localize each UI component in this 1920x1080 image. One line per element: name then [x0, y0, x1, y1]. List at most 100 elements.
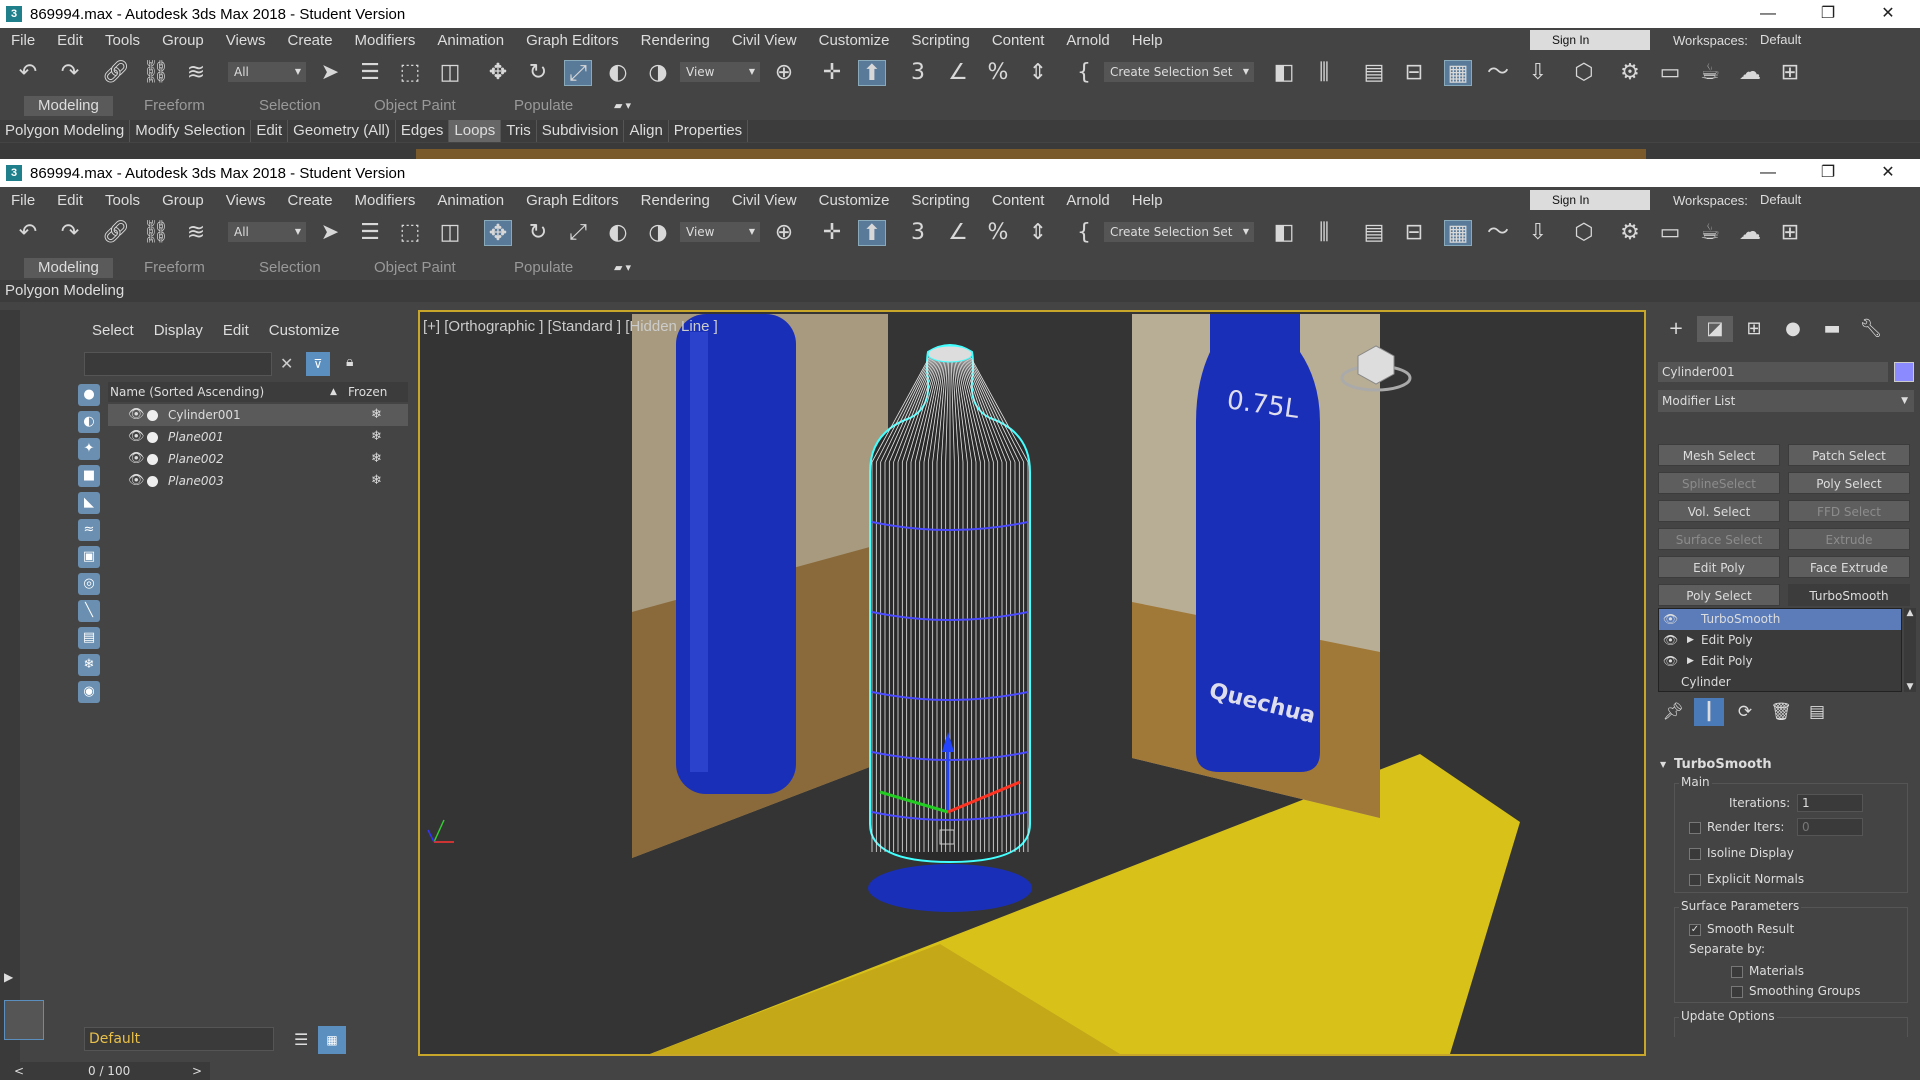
- stack-item-turbosmooth[interactable]: 👁︎ TurboSmooth: [1659, 609, 1901, 630]
- select-by-name-icon[interactable]: ☰: [356, 60, 384, 86]
- restore-button[interactable]: ❐: [1800, 0, 1856, 28]
- restore-button[interactable]: ❐: [1800, 159, 1856, 187]
- object-name-field[interactable]: Cylinder001: [1658, 362, 1888, 382]
- ribbon-toggle-icon[interactable]: ▦: [1444, 60, 1472, 86]
- modifier-button-face-extrude[interactable]: Face Extrude: [1788, 556, 1910, 578]
- ribbon-tab-modeling[interactable]: Modeling: [24, 96, 113, 116]
- modifier-button-patch-select[interactable]: Patch Select: [1788, 444, 1910, 466]
- geometry-filter-icon[interactable]: ●: [78, 384, 100, 406]
- filter-icon[interactable]: ⊽: [306, 352, 330, 376]
- render-iters-spinner[interactable]: 0: [1797, 818, 1863, 836]
- undo-icon[interactable]: ↶: [14, 220, 42, 246]
- ribbon-options-icon[interactable]: ▰ ▾: [600, 96, 645, 116]
- time-slider[interactable]: < 0 / 100 >: [0, 1062, 210, 1080]
- link-icon[interactable]: 🔗︎: [102, 220, 130, 246]
- container-filter-icon[interactable]: ▤: [78, 627, 100, 649]
- frozen-filter-icon[interactable]: ❄: [78, 654, 100, 676]
- render-cloud-icon[interactable]: ☁: [1736, 220, 1764, 246]
- percent-snap-icon[interactable]: %: [984, 220, 1012, 246]
- menu-tools[interactable]: Tools: [94, 192, 151, 209]
- ref-coord-dropdown[interactable]: View: [680, 222, 760, 242]
- scene-explorer-icon[interactable]: ▤: [1360, 220, 1388, 246]
- render-cloud-icon[interactable]: ☁: [1736, 60, 1764, 86]
- group-filter-icon[interactable]: ▣: [78, 546, 100, 568]
- undo-icon[interactable]: ↶: [14, 60, 42, 86]
- isoline-display-checkbox[interactable]: [1689, 848, 1701, 860]
- visibility-eye-icon[interactable]: 👁︎: [128, 426, 145, 448]
- utilities-tab-icon[interactable]: 🔧︎: [1853, 316, 1889, 342]
- scale-icon[interactable]: ⤢: [564, 220, 592, 246]
- renderable-dot-icon[interactable]: [147, 432, 158, 443]
- layers-icon[interactable]: ☰: [294, 1030, 308, 1049]
- explorer-row[interactable]: 👁︎ Plane003 ❄: [108, 470, 408, 492]
- minimize-button[interactable]: —: [1740, 159, 1796, 187]
- select-object-icon[interactable]: ➤: [316, 220, 344, 246]
- modifier-button-poly-select[interactable]: Poly Select: [1658, 584, 1780, 606]
- spacewarp-filter-icon[interactable]: ≈: [78, 519, 100, 541]
- align-icon[interactable]: ⫼: [1310, 60, 1338, 86]
- spinner-snap-icon[interactable]: ⇕: [1024, 220, 1052, 246]
- ribbon-item-properties[interactable]: Properties: [669, 120, 749, 142]
- menu-customize[interactable]: Customize: [808, 192, 901, 209]
- modifier-button-ffd-select[interactable]: FFD Select: [1788, 500, 1910, 522]
- explorer-row[interactable]: 👁︎ Plane001 ❄: [108, 426, 408, 448]
- menu-animation[interactable]: Animation: [426, 32, 515, 49]
- selection-set-dropdown[interactable]: Create Selection Set: [1104, 222, 1254, 242]
- link-icon[interactable]: 🔗︎: [102, 60, 130, 86]
- menu-customize[interactable]: Customize: [808, 32, 901, 49]
- move-icon[interactable]: ✥: [484, 220, 512, 246]
- clear-search-icon[interactable]: ✕: [280, 354, 293, 373]
- motion-tab-icon[interactable]: ●: [1775, 316, 1811, 342]
- menu-arnold[interactable]: Arnold: [1055, 32, 1120, 49]
- hierarchy-tab-icon[interactable]: ⊞: [1736, 316, 1772, 342]
- menu-tools[interactable]: Tools: [94, 32, 151, 49]
- unlink-icon[interactable]: ⛓︎: [142, 60, 170, 86]
- ribbon-options-icon[interactable]: ▰ ▾: [600, 258, 645, 278]
- frozen-snowflake-icon[interactable]: ❄: [371, 448, 382, 470]
- menu-help[interactable]: Help: [1121, 192, 1174, 209]
- viewport-layout-icon[interactable]: [4, 1000, 44, 1040]
- menu-edit[interactable]: Edit: [46, 32, 94, 49]
- light-filter-icon[interactable]: ✦: [78, 438, 100, 460]
- ribbon-item-loops[interactable]: Loops: [449, 120, 502, 142]
- shape-filter-icon[interactable]: ◐: [78, 411, 100, 433]
- place-icon[interactable]: ◐: [604, 220, 632, 246]
- window-crossing-icon[interactable]: ◫: [436, 220, 464, 246]
- frozen-snowflake-icon[interactable]: ❄: [371, 470, 382, 492]
- create-tab-icon[interactable]: +: [1658, 316, 1694, 342]
- rotate-icon[interactable]: ↻: [524, 60, 552, 86]
- menu-arnold[interactable]: Arnold: [1055, 192, 1120, 209]
- mirror-icon[interactable]: ◧: [1270, 220, 1298, 246]
- layer-explorer-icon[interactable]: ▦: [318, 1026, 346, 1054]
- renderable-dot-icon[interactable]: [147, 476, 158, 487]
- angle-snap-icon[interactable]: ∠: [944, 220, 972, 246]
- spinner-snap-icon[interactable]: ⇕: [1024, 60, 1052, 86]
- materials-checkbox[interactable]: [1731, 966, 1743, 978]
- scene-explorer-icon[interactable]: ▤: [1360, 60, 1388, 86]
- ribbon-tab-selection[interactable]: Selection: [245, 96, 335, 116]
- menu-rendering[interactable]: Rendering: [630, 32, 721, 49]
- layer-dropdown[interactable]: Default: [84, 1027, 274, 1051]
- ribbon-tab-selection[interactable]: Selection: [245, 258, 335, 278]
- window-crossing-icon[interactable]: ◫: [436, 60, 464, 86]
- rendered-frame-icon[interactable]: ▭: [1656, 60, 1684, 86]
- place-icon[interactable]: ◐: [604, 60, 632, 86]
- ribbon-tab-freeform[interactable]: Freeform: [130, 96, 219, 116]
- frozen-snowflake-icon[interactable]: ❄: [371, 426, 382, 448]
- scale-icon[interactable]: ⤢: [564, 60, 592, 86]
- menu-help[interactable]: Help: [1121, 32, 1174, 49]
- select-place-icon[interactable]: ◑: [644, 220, 672, 246]
- show-end-result-icon[interactable]: ┃: [1694, 698, 1724, 726]
- menu-group[interactable]: Group: [151, 32, 215, 49]
- modifier-button-edit-poly[interactable]: Edit Poly: [1658, 556, 1780, 578]
- curve-editor-icon[interactable]: 〜: [1484, 60, 1512, 86]
- stack-item-cylinder[interactable]: Cylinder: [1659, 672, 1901, 691]
- modify-tab-icon[interactable]: ◪: [1697, 316, 1733, 342]
- remove-modifier-icon[interactable]: 🗑︎: [1766, 698, 1796, 726]
- mirror-icon[interactable]: ◧: [1270, 60, 1298, 86]
- named-sel-edit-icon[interactable]: {: [1070, 220, 1098, 246]
- select-place-icon[interactable]: ◑: [644, 60, 672, 86]
- a360-icon[interactable]: ⊞: [1776, 220, 1804, 246]
- ribbon-tab-modeling[interactable]: Modeling: [24, 258, 113, 278]
- select-object-icon[interactable]: ➤: [316, 60, 344, 86]
